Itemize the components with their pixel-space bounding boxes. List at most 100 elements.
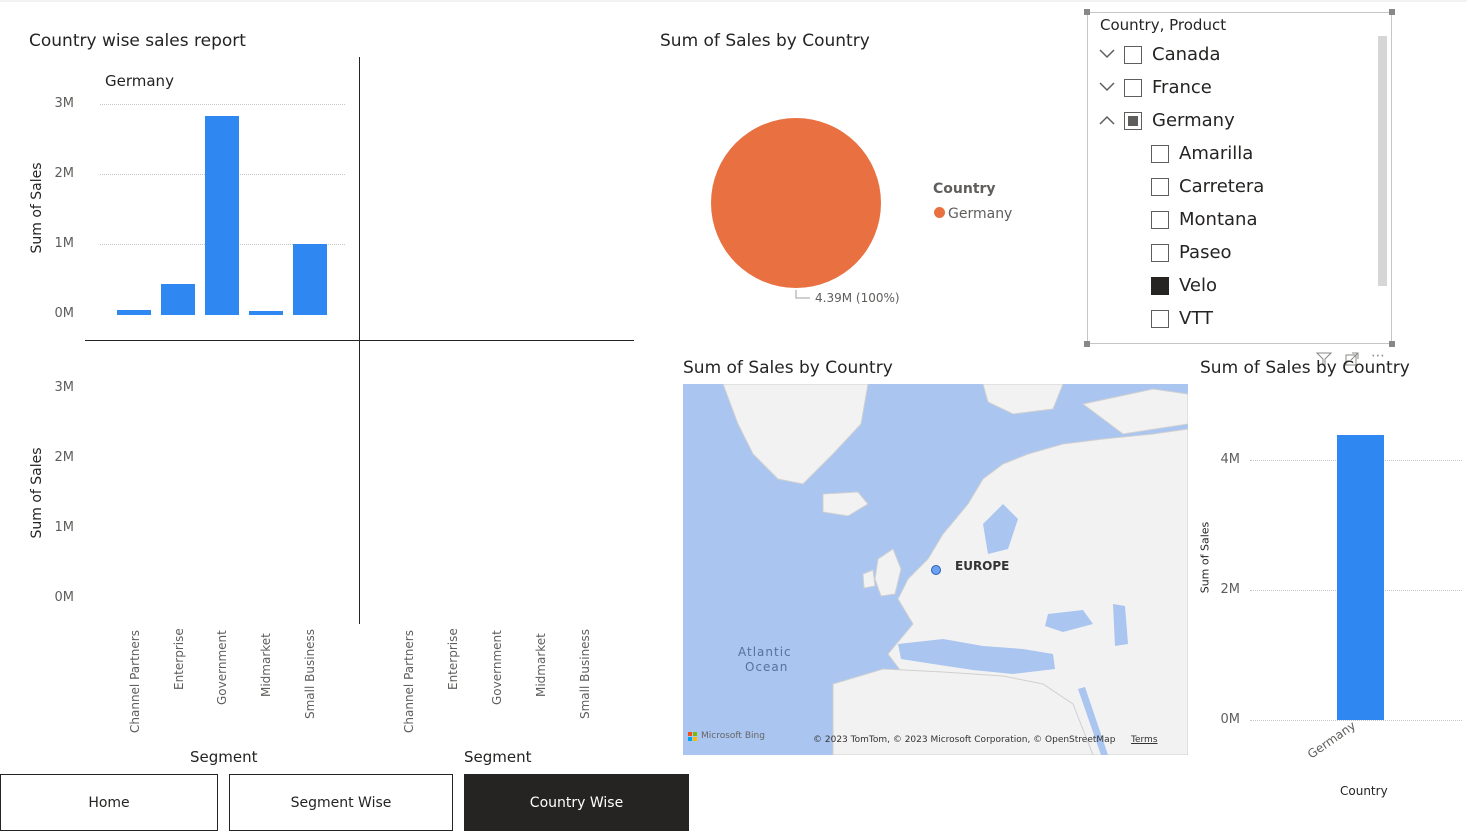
pie-data-label: 4.39M (100%) xyxy=(815,291,900,305)
x-tick-small-business: Small Business xyxy=(303,628,317,719)
slicer-item-label: Canada xyxy=(1152,44,1221,65)
y-tick: 0M xyxy=(1220,712,1241,727)
country-bar-x-label: Country xyxy=(1340,784,1388,798)
bar-small-business[interactable] xyxy=(293,243,327,315)
slicer-item-label: Carretera xyxy=(1179,176,1265,197)
y-tick: 4M xyxy=(1220,452,1241,467)
y-tick: 2M xyxy=(54,450,75,465)
slicer-item-velo[interactable]: Velo xyxy=(1098,269,1368,302)
bing-label: Microsoft Bing xyxy=(701,731,765,741)
pie-legend-title: Country xyxy=(933,181,996,197)
checkbox-partial[interactable] xyxy=(1124,111,1142,130)
landmass-ireland xyxy=(862,569,876,589)
x-tick-channel-partners: Channel Partners xyxy=(402,630,416,733)
map-point-germany[interactable] xyxy=(931,565,941,575)
slicer-item-label: Paseo xyxy=(1179,242,1232,263)
legend-marker-germany xyxy=(934,207,945,218)
slicer-item-label: Montana xyxy=(1179,209,1258,230)
slicer-item-amarilla[interactable]: Amarilla xyxy=(1098,137,1368,170)
slicer-item-paseo[interactable]: Paseo xyxy=(1098,236,1368,269)
pie-slice-germany[interactable] xyxy=(711,118,881,288)
resize-handle[interactable] xyxy=(1389,9,1395,15)
bar-germany[interactable] xyxy=(1337,434,1384,720)
slicer-item-carretera[interactable]: Carretera xyxy=(1098,170,1368,203)
y-tick: 2M xyxy=(54,166,75,181)
y-tick: 0M xyxy=(54,306,75,321)
x-tick-midmarket: Midmarket xyxy=(259,633,273,697)
x-axis-label-left: Segment xyxy=(190,748,258,766)
landmass-greenland xyxy=(722,384,869,485)
x-tick-government: Government xyxy=(490,630,504,705)
bar-midmarket[interactable] xyxy=(249,311,283,315)
panel-label-germany: Germany xyxy=(105,72,174,90)
pie-chart-title: Sum of Sales by Country xyxy=(660,31,870,51)
slicer-item-label: VTT xyxy=(1179,308,1213,329)
y-tick: 3M xyxy=(54,380,75,395)
y-tick: 3M xyxy=(54,96,75,111)
x-tick-enterprise: Enterprise xyxy=(446,628,460,690)
x-axis-label-right: Segment xyxy=(464,748,532,766)
checkbox[interactable] xyxy=(1151,144,1169,163)
landmass-britain xyxy=(874,548,902,597)
slicer-item-canada[interactable]: Canada xyxy=(1098,38,1368,71)
slicer-list: Canada France Germany Amarilla Carretera… xyxy=(1098,38,1368,335)
bar-enterprise[interactable] xyxy=(161,284,195,315)
pie-legend-item[interactable]: Germany xyxy=(948,206,1012,222)
slicer-header: Country, Product xyxy=(1100,16,1227,34)
slicer-item-label: France xyxy=(1152,77,1212,98)
landmass-svalbard xyxy=(982,384,1064,415)
nav-country-wise-button[interactable]: Country Wise xyxy=(464,774,689,831)
country-bar-title: Sum of Sales by Country xyxy=(1200,358,1410,378)
map-attribution[interactable]: © 2023 TomTom, © 2023 Microsoft Corporat… xyxy=(813,735,1115,745)
country-bar-y-label: Sum of Sales xyxy=(1198,521,1212,594)
resize-handle[interactable] xyxy=(1389,341,1395,347)
checkbox[interactable] xyxy=(1124,78,1142,97)
map-visual[interactable]: EUROPE Atlantic Ocean Microsoft Bing © 2… xyxy=(683,384,1188,755)
x-tick-germany: Germany xyxy=(1305,718,1359,762)
x-tick-midmarket: Midmarket xyxy=(534,633,548,697)
slicer-item-label: Amarilla xyxy=(1179,143,1254,164)
map-canvas xyxy=(722,384,1188,755)
nav-home-button[interactable]: Home xyxy=(0,774,218,831)
bar-government[interactable] xyxy=(205,115,239,315)
gridline xyxy=(1250,720,1462,721)
x-tick-enterprise: Enterprise xyxy=(172,628,186,690)
resize-handle[interactable] xyxy=(1084,341,1090,347)
pie-leader-line xyxy=(795,290,810,299)
segment-chart-title: Country wise sales report xyxy=(29,31,246,51)
landmass-iceland xyxy=(822,491,869,517)
map-ocean-label-1: Atlantic xyxy=(738,645,792,659)
slicer-item-label: Germany xyxy=(1152,110,1235,131)
chevron-up-icon[interactable] xyxy=(1098,113,1124,129)
panel-divider-horizontal xyxy=(85,340,634,341)
slicer-item-vtt[interactable]: VTT xyxy=(1098,302,1368,335)
map-region-label: EUROPE xyxy=(955,559,1010,573)
landmass-novaya-zemlya xyxy=(1081,388,1188,435)
y-tick: 0M xyxy=(54,590,75,605)
y-tick: 1M xyxy=(54,520,75,535)
nav-segment-wise-button[interactable]: Segment Wise xyxy=(229,774,453,831)
slicer-item-montana[interactable]: Montana xyxy=(1098,203,1368,236)
slicer-item-germany[interactable]: Germany xyxy=(1098,104,1368,137)
checkbox[interactable] xyxy=(1124,45,1142,64)
chevron-down-icon[interactable] xyxy=(1098,47,1124,63)
checkbox[interactable] xyxy=(1151,210,1169,229)
slicer-scrollbar[interactable] xyxy=(1378,36,1387,286)
map-ocean-label-2: Ocean xyxy=(745,660,789,674)
x-tick-small-business: Small Business xyxy=(578,628,592,719)
resize-handle[interactable] xyxy=(1084,9,1090,15)
bar-channel-partners[interactable] xyxy=(117,310,151,315)
checkbox[interactable] xyxy=(1151,177,1169,196)
microsoft-logo-icon xyxy=(688,732,697,741)
slicer-item-france[interactable]: France xyxy=(1098,71,1368,104)
y-tick: 1M xyxy=(54,236,75,251)
map-title: Sum of Sales by Country xyxy=(683,358,893,378)
x-tick-government: Government xyxy=(215,630,229,705)
slicer-item-label: Velo xyxy=(1179,275,1218,296)
chevron-down-icon[interactable] xyxy=(1098,80,1124,96)
map-terms-link[interactable]: Terms xyxy=(1131,735,1158,745)
gridline xyxy=(100,104,345,105)
checkbox-checked[interactable] xyxy=(1151,276,1169,295)
checkbox[interactable] xyxy=(1151,243,1169,262)
checkbox[interactable] xyxy=(1151,309,1169,328)
